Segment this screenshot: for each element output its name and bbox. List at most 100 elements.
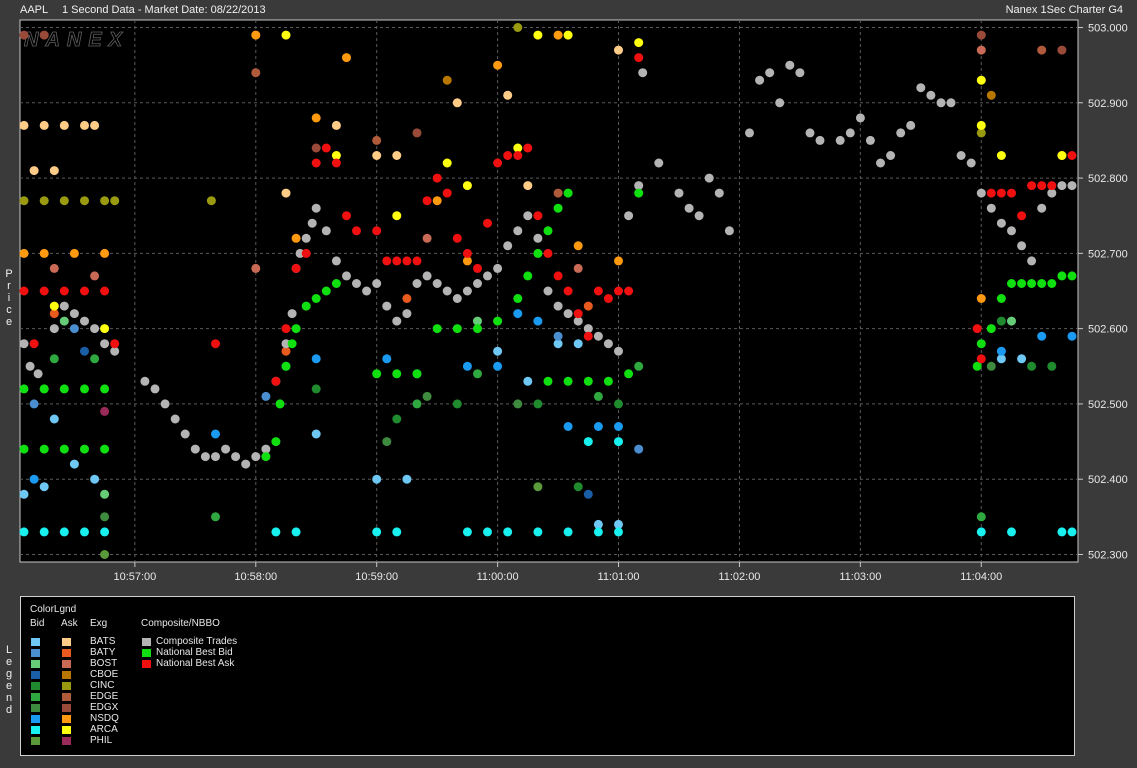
x-tick-label: 11:00:00 bbox=[477, 571, 519, 583]
dot-national-best-bid bbox=[976, 339, 986, 349]
dot-national-best-bid bbox=[634, 188, 644, 198]
dot-national-best-ask bbox=[603, 294, 613, 303]
dot-composite-trades bbox=[876, 158, 885, 168]
dot-arca-bid bbox=[976, 527, 986, 537]
dot-composite-trades bbox=[714, 188, 724, 198]
dot-bats-bid bbox=[311, 429, 321, 439]
dot-cinc-ask bbox=[19, 196, 29, 206]
y-tick-label: 502.300 bbox=[1088, 549, 1128, 561]
dot-composite-trades bbox=[422, 271, 432, 281]
legend-label-letter: e bbox=[5, 656, 13, 668]
price-chart[interactable]: NANEX 502.300 502.400 502.500 502.600 502.70… bbox=[0, 0, 1137, 590]
dot-arca-ask bbox=[392, 211, 402, 221]
dot-bats-bid bbox=[90, 474, 100, 484]
dot-national-best-bid bbox=[287, 339, 297, 349]
dot-national-best-bid bbox=[432, 324, 442, 334]
dot-composite-trades bbox=[593, 331, 603, 341]
x-tick-label: 11:01:00 bbox=[598, 571, 640, 583]
dot-national-best-bid bbox=[392, 369, 402, 379]
dot-cinc-ask bbox=[80, 196, 89, 206]
dot-cinc-bid bbox=[1027, 361, 1037, 371]
dot-composite-trades bbox=[462, 286, 472, 296]
dot-edgx-ask bbox=[39, 30, 49, 40]
dot-arca-bid bbox=[80, 527, 89, 537]
dot-national-best-ask bbox=[513, 151, 523, 160]
dot-national-best-bid bbox=[563, 376, 573, 386]
dot-bats-ask bbox=[452, 98, 462, 108]
dot-national-best-ask bbox=[452, 233, 462, 243]
dot-composite-trades bbox=[704, 173, 714, 183]
dot-national-best-ask bbox=[996, 188, 1006, 198]
legend-bid-swatch bbox=[31, 638, 40, 646]
dot-nsdq-ask bbox=[69, 248, 79, 258]
dot-nsdq-bid bbox=[382, 354, 392, 364]
dot-bats-ask bbox=[523, 181, 533, 191]
legend-composite-label: National Best Ask bbox=[156, 658, 235, 669]
dot-nsdq-bid bbox=[513, 309, 523, 319]
dot-composite-trades bbox=[25, 361, 35, 371]
dot-arca-bid bbox=[614, 527, 623, 537]
dot-national-best-bid bbox=[291, 324, 301, 334]
dot-composite-trades bbox=[614, 346, 623, 356]
dot-cboe-ask bbox=[986, 90, 996, 100]
dot-national-best-bid bbox=[80, 444, 89, 454]
dot-national-best-ask bbox=[972, 324, 982, 334]
dot-composite-trades bbox=[916, 83, 926, 93]
dot-composite-trades bbox=[553, 301, 563, 311]
dot-cinc-bid bbox=[573, 482, 583, 492]
dot-national-best-bid bbox=[986, 324, 996, 334]
dot-arca-bid bbox=[593, 527, 603, 537]
dot-arca-bid bbox=[1067, 527, 1077, 537]
dot-composite-trades bbox=[200, 452, 210, 462]
y-axis: 502.300 502.400 502.500 502.600 502.700 502.8… bbox=[1078, 23, 1128, 561]
dot-cinc-ask bbox=[206, 196, 216, 206]
dot-composite-trades bbox=[80, 316, 89, 326]
dot-national-best-ask bbox=[432, 173, 442, 183]
dot-composite-trades bbox=[307, 218, 317, 228]
dot-national-best-bid bbox=[563, 188, 573, 198]
dot-cboe-bid bbox=[80, 346, 89, 356]
dot-bats-ask bbox=[29, 166, 39, 176]
dot-national-best-ask bbox=[976, 354, 986, 364]
legend-side-label: Legend bbox=[4, 644, 14, 716]
dot-baty-bid bbox=[69, 324, 79, 334]
legend-label-letter: n bbox=[5, 692, 13, 704]
dot-national-best-ask bbox=[1017, 211, 1027, 221]
dot-nsdq-ask bbox=[39, 248, 49, 258]
dot-national-best-ask bbox=[473, 263, 482, 273]
dot-bats-ask bbox=[39, 120, 49, 130]
dot-national-best-ask bbox=[553, 271, 563, 281]
dot-composite-trades bbox=[90, 324, 100, 334]
dot-edgx-bid bbox=[100, 512, 110, 522]
dot-nsdq-ask bbox=[976, 294, 986, 303]
dot-national-best-ask bbox=[59, 286, 69, 296]
legend-bid-swatch bbox=[31, 704, 40, 712]
dot-edge-ask bbox=[251, 68, 261, 78]
dot-cinc-ask bbox=[100, 196, 110, 206]
dot-national-best-ask bbox=[39, 286, 49, 296]
dot-phil-bid bbox=[533, 482, 543, 492]
dot-bats-bid bbox=[39, 482, 49, 492]
dot-composite-trades bbox=[745, 128, 754, 138]
dot-phil-bid bbox=[100, 550, 110, 559]
legend-ask-swatch bbox=[62, 704, 71, 712]
dot-composite-trades bbox=[59, 301, 69, 311]
dot-national-best-ask bbox=[211, 339, 220, 349]
dot-arca-ask bbox=[462, 181, 472, 191]
dot-national-best-bid bbox=[473, 324, 482, 334]
dot-cinc-bid bbox=[452, 399, 462, 409]
dot-baty-ask bbox=[402, 294, 412, 303]
dot-arca-bid bbox=[1007, 527, 1016, 537]
dot-nsdq-bid bbox=[1037, 331, 1047, 341]
dot-arca-bid bbox=[614, 437, 623, 447]
dot-nsdq-ask bbox=[19, 248, 29, 258]
dot-national-best-ask bbox=[412, 256, 422, 266]
dot-bats-ask bbox=[19, 120, 29, 130]
legend-bid-swatch bbox=[31, 649, 40, 657]
dot-edge-bid bbox=[49, 354, 59, 364]
dot-national-best-bid bbox=[19, 444, 29, 454]
legend-ask-header: Ask bbox=[61, 618, 78, 629]
legend-bid-swatch bbox=[31, 693, 40, 701]
dot-national-best-bid bbox=[1027, 279, 1037, 288]
dot-national-best-ask bbox=[483, 218, 492, 228]
